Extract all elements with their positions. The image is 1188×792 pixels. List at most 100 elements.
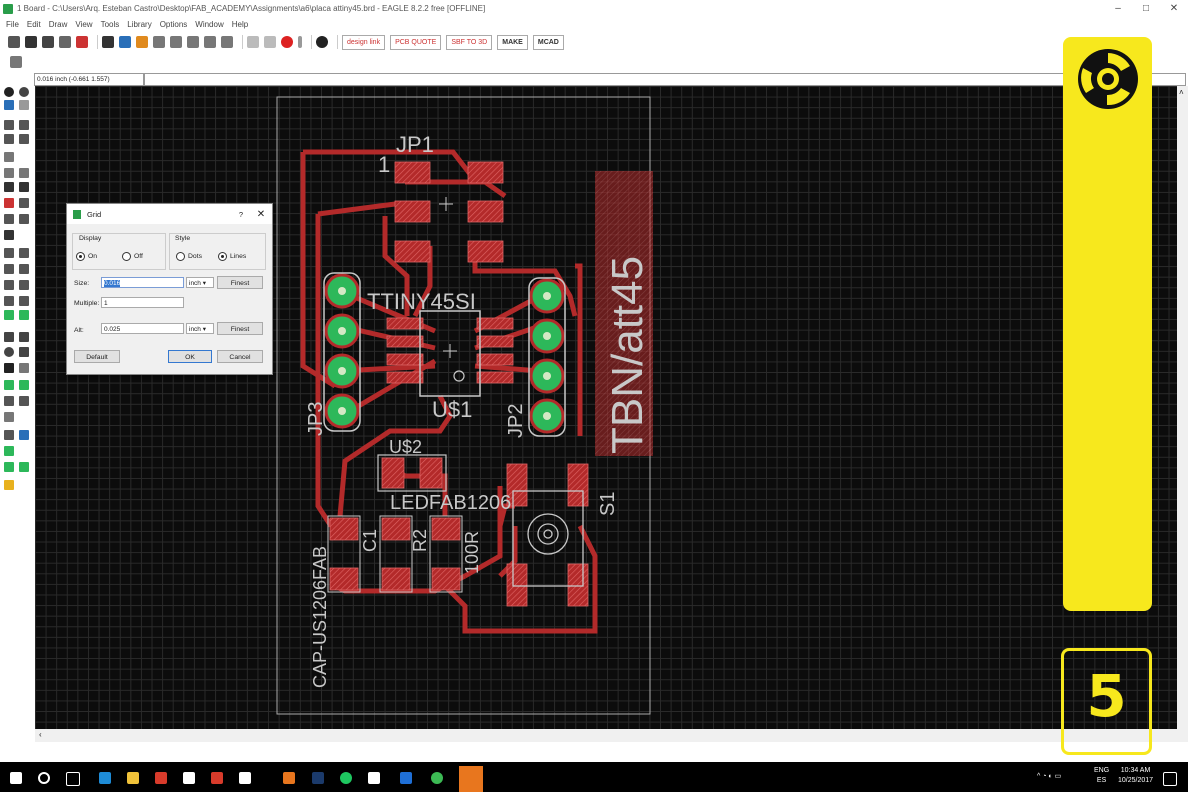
- delete-icon[interactable]: [4, 182, 14, 192]
- search-icon[interactable]: [38, 772, 50, 784]
- undo-tool-icon[interactable]: [19, 134, 29, 144]
- mcad-button[interactable]: MCAD: [532, 34, 564, 50]
- erc-icon[interactable]: [4, 462, 14, 472]
- style-dots-radio[interactable]: [176, 252, 185, 261]
- style-lines-radio[interactable]: [218, 252, 227, 261]
- board-icon[interactable]: [76, 36, 88, 48]
- route-icon[interactable]: [4, 310, 14, 320]
- errors-icon[interactable]: [4, 446, 14, 456]
- print-icon[interactable]: [42, 36, 54, 48]
- alt-unit-select[interactable]: inch ▾: [186, 323, 214, 334]
- horizontal-scrollbar[interactable]: ‹: [35, 729, 1177, 742]
- menu-help[interactable]: Help: [232, 20, 248, 29]
- polygon-icon[interactable]: [19, 363, 29, 373]
- app-c-icon[interactable]: [400, 772, 412, 784]
- script-icon[interactable]: [102, 36, 114, 48]
- menu-options[interactable]: Options: [160, 20, 188, 29]
- sbf-3d-button[interactable]: SBF TO 3D: [446, 34, 493, 50]
- hole-icon[interactable]: [19, 380, 29, 390]
- grid-dialog-close-button[interactable]: ✕: [250, 209, 272, 220]
- size-unit-select[interactable]: inch ▾: [186, 277, 214, 288]
- ok-button[interactable]: OK: [168, 350, 212, 363]
- line-icon[interactable]: [4, 332, 14, 342]
- run-icon[interactable]: [136, 36, 148, 48]
- replace-icon[interactable]: [19, 198, 29, 208]
- bus-icon[interactable]: [19, 296, 29, 306]
- vertical-scrollbar[interactable]: ˄: [1177, 86, 1188, 742]
- chrome-icon[interactable]: [431, 772, 443, 784]
- plus-icon[interactable]: [19, 280, 29, 290]
- add-icon[interactable]: [4, 198, 14, 208]
- illustrator-icon[interactable]: [283, 772, 295, 784]
- measure-icon[interactable]: [4, 412, 14, 422]
- scroll-left-icon[interactable]: ‹: [39, 730, 42, 739]
- layer-icon[interactable]: [4, 100, 14, 110]
- circle-icon[interactable]: [4, 347, 14, 357]
- tray-icons[interactable]: ^ ◔ ◐ ▭: [1037, 772, 1061, 782]
- menu-library[interactable]: Library: [127, 20, 151, 29]
- design-link-button[interactable]: design link: [342, 34, 386, 50]
- gift-icon[interactable]: [211, 772, 223, 784]
- start-icon[interactable]: [10, 772, 22, 784]
- photoshop-icon[interactable]: [312, 772, 324, 784]
- notification-icon[interactable]: [1163, 772, 1177, 786]
- move-icon[interactable]: [4, 120, 14, 130]
- zoom-redraw-icon[interactable]: [221, 36, 233, 48]
- menu-tools[interactable]: Tools: [101, 20, 120, 29]
- store-icon[interactable]: [183, 772, 195, 784]
- redo-icon[interactable]: [264, 36, 276, 48]
- task-view-icon[interactable]: [66, 772, 80, 786]
- default-button[interactable]: Default: [74, 350, 120, 363]
- menu-edit[interactable]: Edit: [27, 20, 41, 29]
- mirror-icon[interactable]: [4, 134, 14, 144]
- lock-icon[interactable]: [4, 230, 14, 240]
- via-icon[interactable]: [4, 380, 14, 390]
- autorouter-icon[interactable]: [19, 430, 29, 440]
- split-icon[interactable]: [4, 248, 14, 258]
- display-off-radio[interactable]: [122, 252, 131, 261]
- attribute-icon[interactable]: [19, 396, 29, 406]
- menu-draw[interactable]: Draw: [49, 20, 68, 29]
- warning-icon[interactable]: [4, 480, 14, 490]
- undo-icon[interactable]: [247, 36, 259, 48]
- show-icon[interactable]: [19, 87, 29, 97]
- cam-icon[interactable]: [59, 36, 71, 48]
- app-f-icon[interactable]: [155, 772, 167, 784]
- zoom-select-icon[interactable]: [204, 36, 216, 48]
- eagle-taskbar-icon[interactable]: [459, 766, 483, 792]
- size-input[interactable]: 0.016: [101, 277, 184, 288]
- minimize-button[interactable]: –: [1104, 3, 1132, 14]
- more-icon[interactable]: [298, 36, 302, 48]
- alt-finest-button[interactable]: Finest: [217, 322, 263, 335]
- info-icon[interactable]: [4, 87, 14, 97]
- miter-icon[interactable]: [4, 264, 14, 274]
- board-canvas[interactable]: JP1 1 TTINY45SI U$1 U$2 LEDFAB1206 JP2 J…: [35, 86, 1177, 729]
- slice-icon[interactable]: [19, 264, 29, 274]
- size-finest-button[interactable]: Finest: [217, 276, 263, 289]
- zoom-out-icon[interactable]: [187, 36, 199, 48]
- align-icon[interactable]: [4, 152, 14, 162]
- edge-icon[interactable]: [99, 772, 111, 784]
- close-button[interactable]: ✕: [1160, 3, 1188, 14]
- wrench-icon[interactable]: [19, 182, 29, 192]
- mark-icon[interactable]: [19, 100, 29, 110]
- display-on-radio[interactable]: [76, 252, 85, 261]
- menu-view[interactable]: View: [75, 20, 92, 29]
- command-line-input[interactable]: [144, 73, 1186, 86]
- optimize-icon[interactable]: [19, 248, 29, 258]
- grid-dialog-help-button[interactable]: ?: [232, 210, 250, 219]
- spotify-icon[interactable]: [340, 772, 352, 784]
- zoom-in-icon[interactable]: [170, 36, 182, 48]
- grid-icon[interactable]: [10, 56, 22, 68]
- clock[interactable]: 10:34 AM 10/25/2017: [1118, 766, 1153, 786]
- meander-icon[interactable]: [4, 280, 14, 290]
- stop-icon[interactable]: [281, 36, 293, 48]
- arc-icon[interactable]: [19, 347, 29, 357]
- language-indicator[interactable]: ENG ES: [1094, 766, 1109, 786]
- open-icon[interactable]: [8, 36, 20, 48]
- ulp-icon[interactable]: [119, 36, 131, 48]
- menu-window[interactable]: Window: [195, 20, 223, 29]
- file-explorer-icon[interactable]: [127, 772, 139, 784]
- inkscape-icon[interactable]: [368, 772, 380, 784]
- group-icon[interactable]: [4, 214, 14, 224]
